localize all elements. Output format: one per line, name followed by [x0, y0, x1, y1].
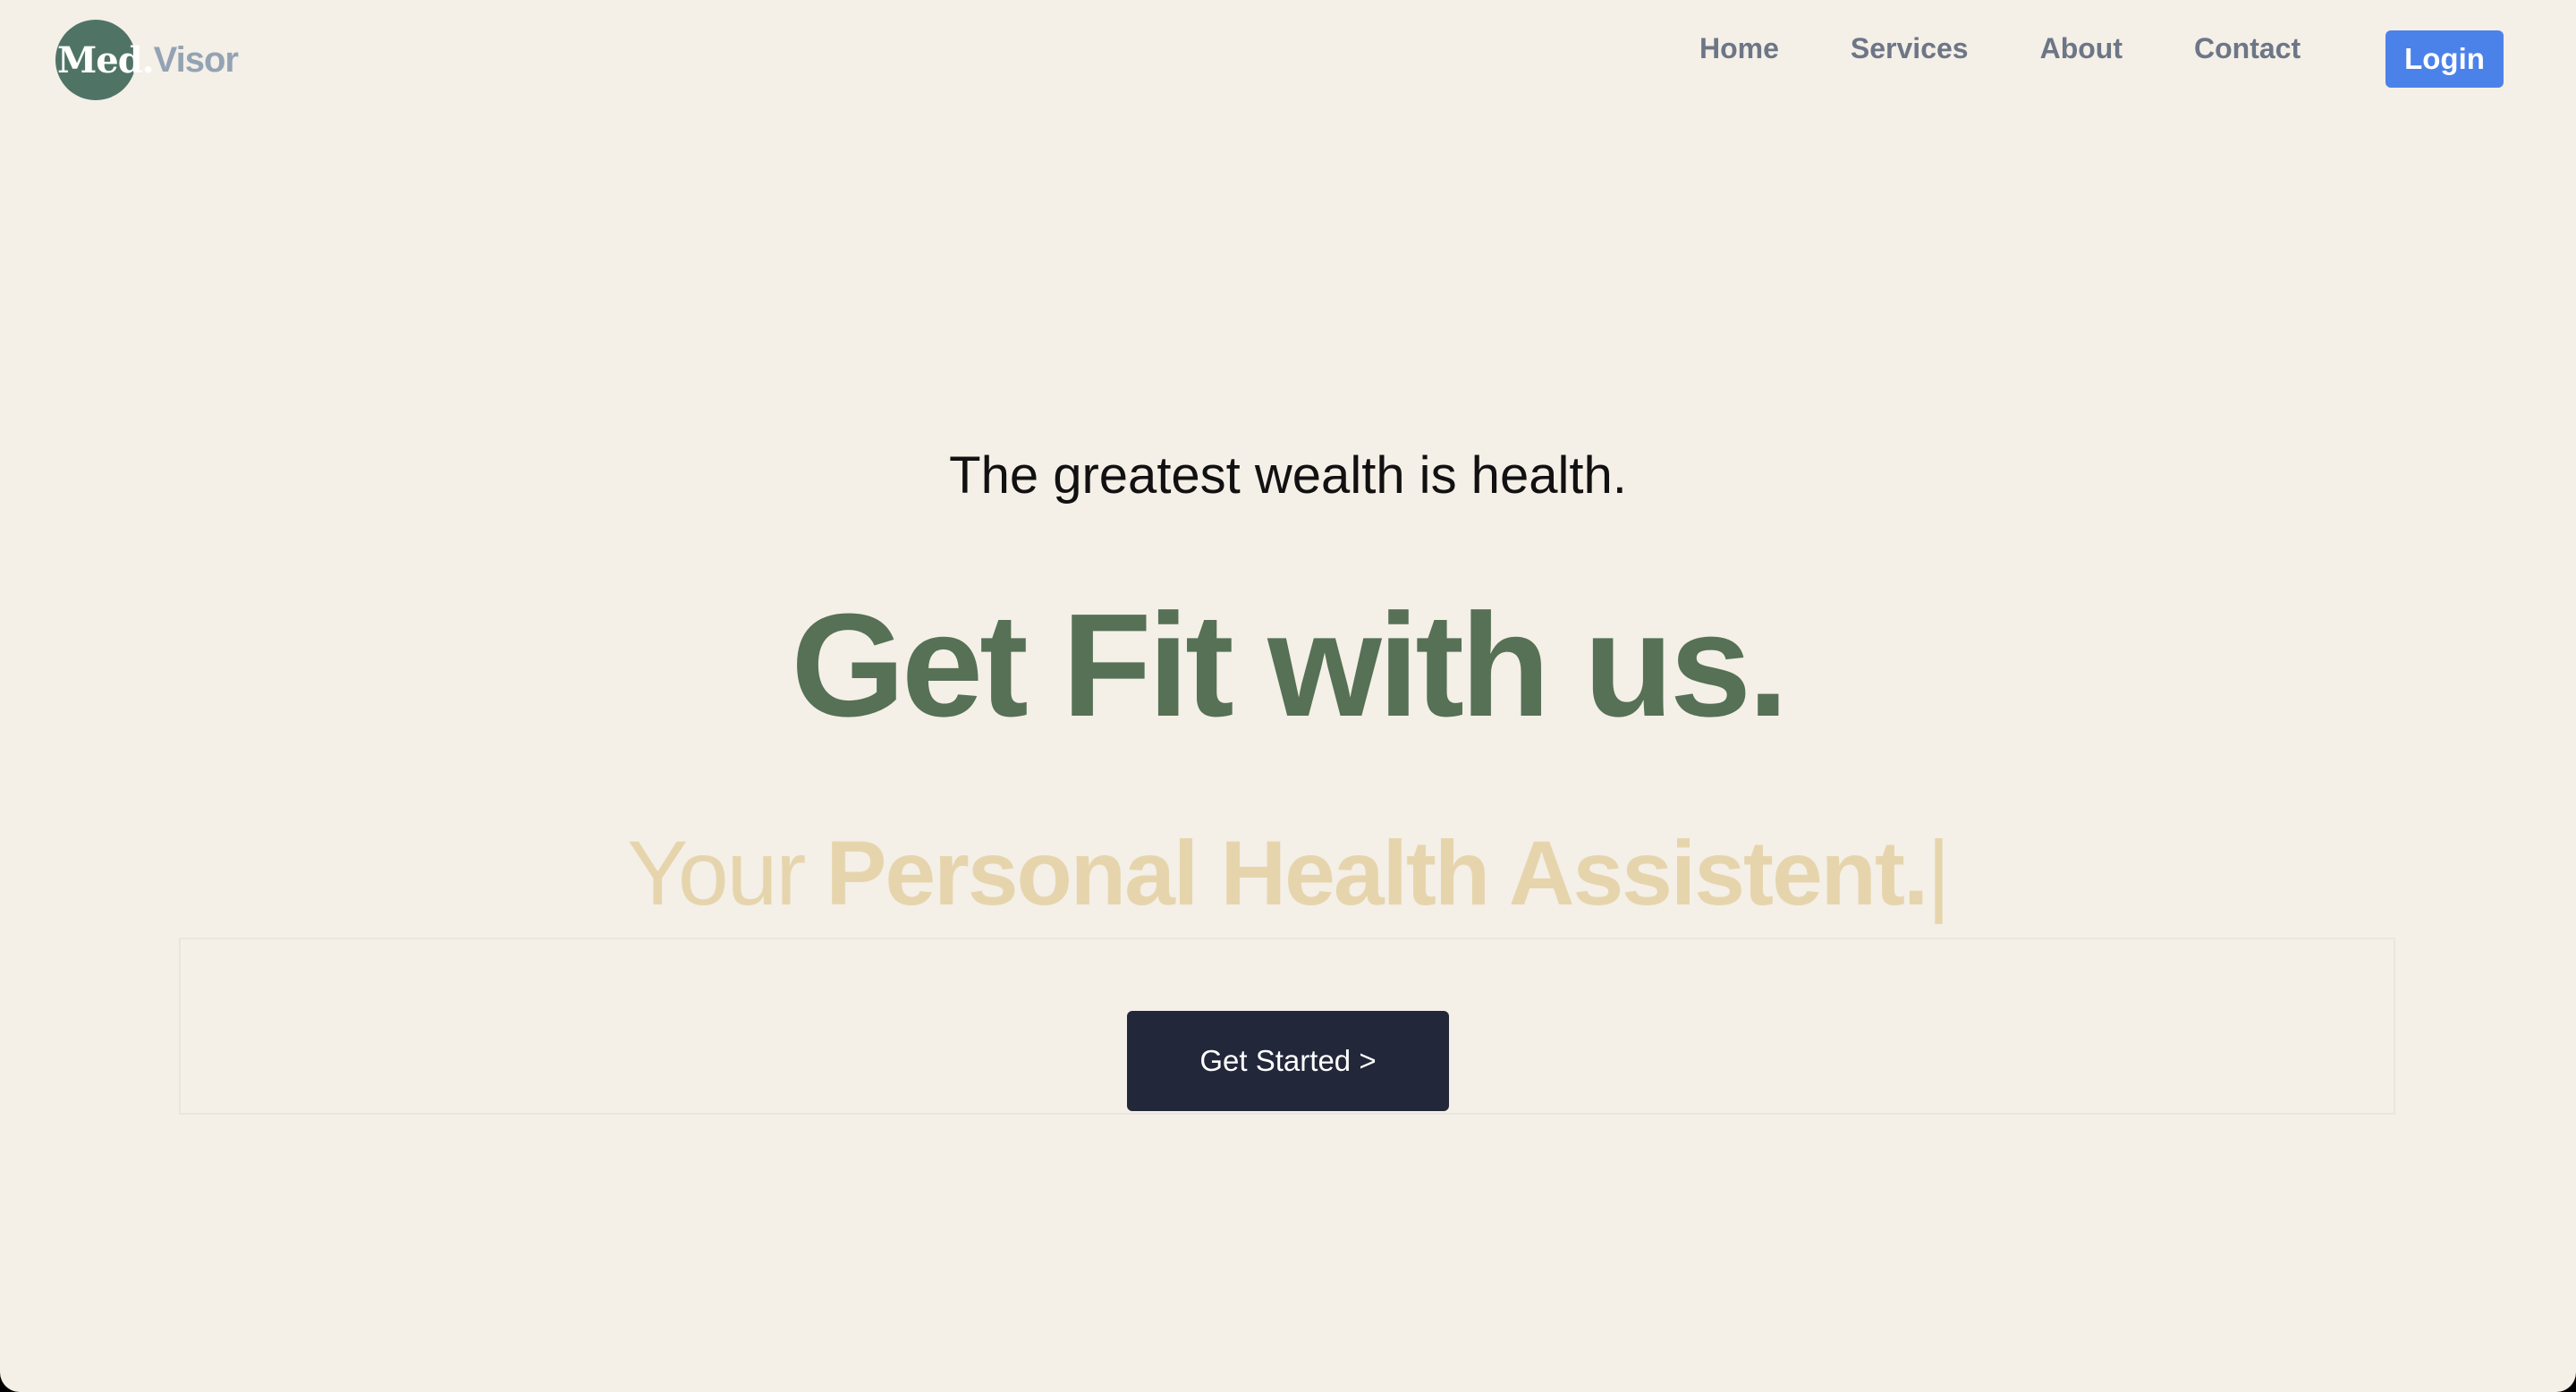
- hero-section: The greatest wealth is health. Get Fit w…: [0, 0, 2576, 1392]
- subline-typed-text: Personal Health Assistent.: [826, 822, 1928, 924]
- get-started-button[interactable]: Get Started >: [1127, 1011, 1449, 1111]
- app-window: Med. Visor Home Services About Contact L…: [0, 0, 2576, 1392]
- subline-prefix: Your: [627, 822, 806, 924]
- typing-cursor: |: [1927, 822, 1950, 924]
- hero-subline: Your Personal Health Assistent.|: [0, 821, 2576, 926]
- hero-headline: Get Fit with us.: [791, 583, 1788, 747]
- hero-tagline: The greatest wealth is health.: [949, 446, 1627, 505]
